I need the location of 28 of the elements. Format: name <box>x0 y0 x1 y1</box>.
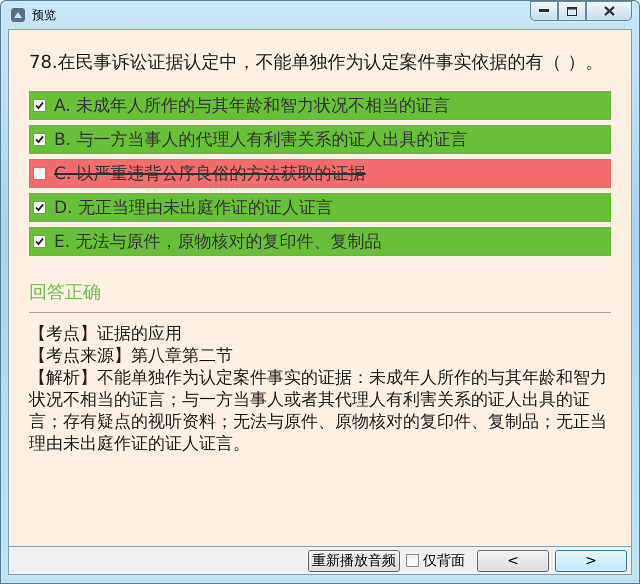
checkbox[interactable] <box>33 167 46 180</box>
answer-option[interactable]: B. 与一方当事人的代理人有利害关系的证人出具的证言 <box>29 125 611 154</box>
close-button[interactable] <box>586 1 632 21</box>
checkbox[interactable] <box>33 201 46 214</box>
explanation-text: 【解析】不能单独作为认定案件事实的证据：未成年人所作的与其年龄和智力状况不相当的证言；与一方当事人或者其代理人有利害关系的证人出具的证言；存有疑点的视听资料；无法与原件、原物核对的复印件、复制品；无正当理由未出庭作证的证人证言。 <box>29 367 608 455</box>
minimize-button[interactable] <box>530 1 558 21</box>
answer-option[interactable]: D. 无正当理由未出庭作证的证人证言 <box>29 193 611 222</box>
checkbox[interactable] <box>33 99 46 112</box>
app-icon <box>10 7 26 23</box>
explanation-text: 【考点】证据的应用 <box>29 323 183 345</box>
close-icon <box>604 6 614 16</box>
maximize-button[interactable] <box>558 1 586 21</box>
checkbox[interactable] <box>33 235 46 248</box>
previous-button[interactable]: < <box>477 550 549 572</box>
explanation-text: 【考点来源】第八章第二节 <box>29 345 234 367</box>
checkbox-label: 仅背面 <box>423 552 465 570</box>
checkbox[interactable] <box>406 554 419 567</box>
minimize-icon <box>539 9 549 13</box>
result-text: 回答正确 <box>29 281 102 304</box>
answer-option[interactable]: A. 未成年人所作的与其年龄和智力状况不相当的证言 <box>29 91 611 120</box>
answer-option[interactable]: C. 以严重违背公序良俗的方法获取的证据 <box>29 159 611 188</box>
checkbox[interactable] <box>33 133 46 146</box>
question-text: 78.在民事诉讼证据认定中，不能单独作为认定案件事实依据的有（ ）。 <box>29 51 604 75</box>
answer-option[interactable]: E. 无法与原件，原物核对的复印件、复制品 <box>29 227 611 256</box>
next-button[interactable]: > <box>555 550 627 572</box>
replay-audio-button[interactable]: 重新播放音频 <box>308 550 400 572</box>
window-title: 预览 <box>32 6 57 24</box>
maximize-icon <box>567 6 577 16</box>
